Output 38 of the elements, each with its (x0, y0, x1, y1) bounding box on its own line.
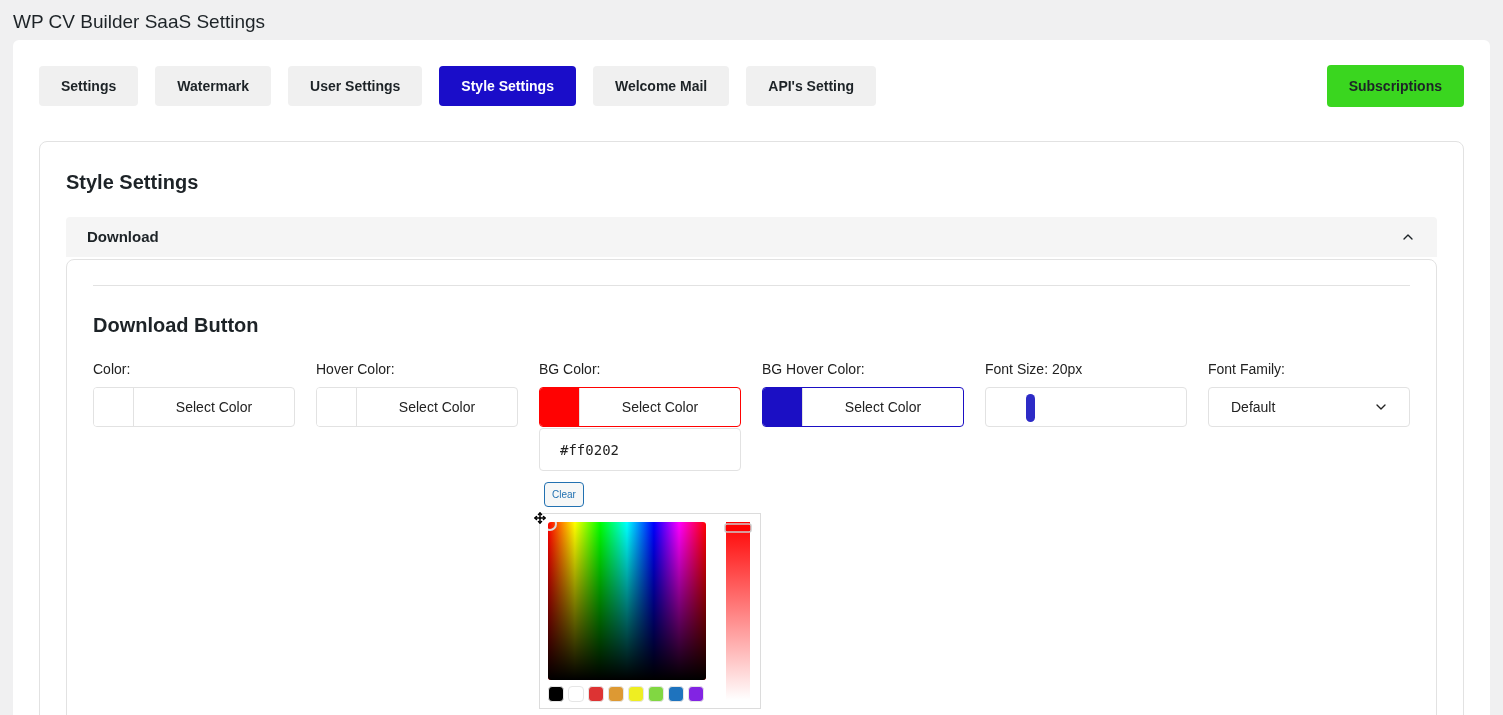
palette-swatch[interactable] (568, 686, 584, 702)
field-label: BG Color: (539, 360, 602, 379)
color-gradient-square[interactable] (548, 522, 706, 680)
palette-swatch[interactable] (648, 686, 664, 702)
settings-tab[interactable]: Welcome Mail (592, 66, 730, 106)
page-title: WP CV Builder SaaS Settings (12, 10, 267, 34)
accordion-header[interactable]: Download (66, 217, 1437, 257)
select-color-button[interactable]: Select Color (762, 387, 964, 427)
palette-swatch[interactable] (608, 686, 624, 702)
field-label: Font Size: 20px (985, 360, 1084, 379)
subsection-title: Download Button (93, 313, 260, 338)
hex-input-field[interactable]: #ff0202 (539, 428, 741, 471)
subscriptions-button[interactable]: Subscriptions (1326, 65, 1464, 107)
field-label: Font Family: (1208, 360, 1286, 379)
palette-swatch[interactable] (588, 686, 604, 702)
settings-tab[interactable]: Settings (39, 66, 139, 106)
slider-thumb[interactable] (1026, 394, 1036, 422)
palette-swatch[interactable] (668, 686, 684, 702)
field-label: Color: (93, 360, 132, 379)
color-swatch (317, 388, 357, 426)
clear-button[interactable]: Clear (544, 482, 584, 507)
color-swatch (94, 388, 134, 426)
field-label: BG Hover Color: (762, 360, 866, 379)
palette-swatch[interactable] (628, 686, 644, 702)
palette-swatch[interactable] (688, 686, 704, 702)
font-size-slider[interactable] (985, 387, 1187, 427)
select-color-button[interactable]: Select Color (316, 387, 518, 427)
field-label: Hover Color: (316, 360, 396, 379)
font-family-select[interactable]: Default (1208, 387, 1410, 427)
settings-tab[interactable]: API's Setting (746, 66, 877, 106)
palette-swatch[interactable] (548, 686, 564, 702)
settings-tab[interactable]: Style Settings (439, 66, 576, 106)
select-color-button[interactable]: Select Color (539, 387, 741, 427)
settings-tab[interactable]: User Settings (288, 66, 423, 106)
settings-tab[interactable]: Watermark (155, 66, 272, 106)
select-color-button[interactable]: Select Color (93, 387, 295, 427)
move-cursor-icon (534, 512, 546, 524)
section-title: Style Settings (66, 170, 200, 195)
